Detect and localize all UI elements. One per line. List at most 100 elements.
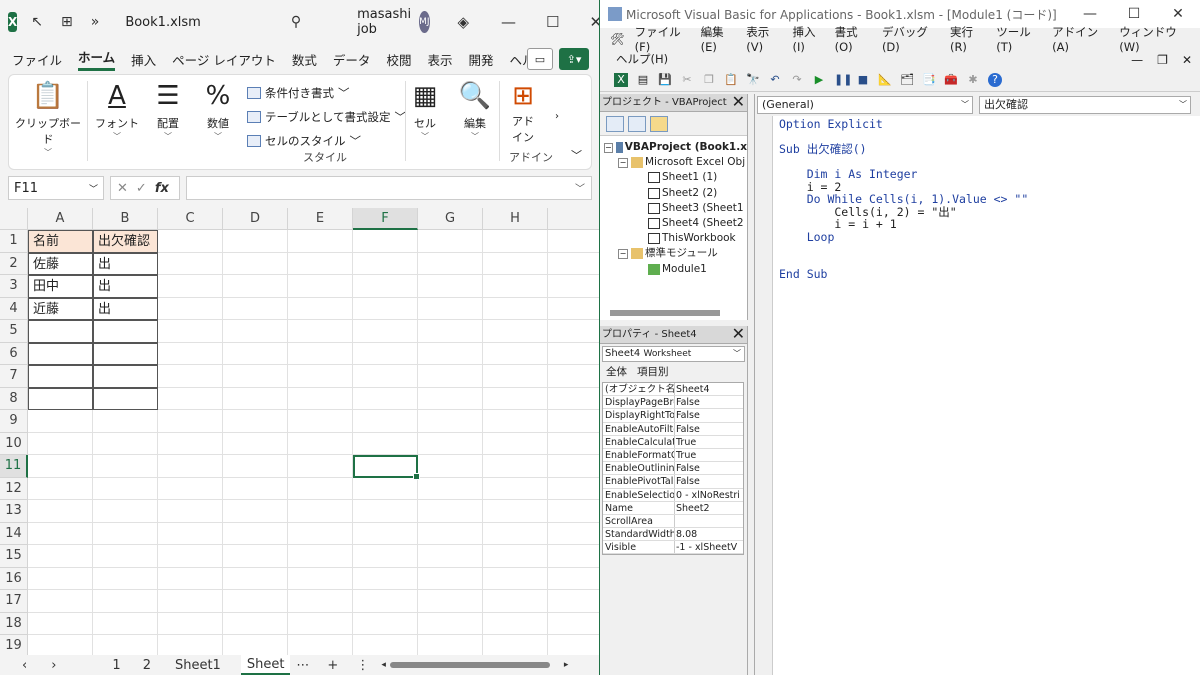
tree-item-thisworkbook[interactable]: ThisWorkbook: [600, 231, 747, 246]
sheet-cell[interactable]: [288, 342, 353, 365]
tree-item-sheet3[interactable]: Sheet3 (Sheet1: [600, 201, 747, 216]
sheet-cell[interactable]: [418, 432, 483, 455]
tab-file[interactable]: ファイル: [12, 50, 62, 69]
sheet-cell[interactable]: [483, 410, 548, 433]
sheet-cell[interactable]: [93, 410, 158, 433]
sheet-cell[interactable]: [418, 365, 483, 388]
column-header[interactable]: G: [418, 208, 483, 230]
toggle-folders-icon[interactable]: [650, 116, 668, 132]
sheet-cell[interactable]: [158, 590, 223, 613]
project-hscrollbar[interactable]: [610, 310, 720, 316]
row-header[interactable]: 10: [0, 432, 28, 455]
property-row[interactable]: DisplayPageBre False: [603, 396, 743, 410]
sheet-cell[interactable]: [28, 612, 93, 635]
child-close-icon[interactable]: ✕: [1182, 53, 1192, 67]
sheet-cell[interactable]: [483, 432, 548, 455]
table-cell[interactable]: [28, 387, 93, 410]
table-header-cell[interactable]: 名前: [28, 230, 93, 253]
code-line[interactable]: Option Explicit: [779, 118, 1028, 131]
number-button[interactable]: % 数値 ﹀: [193, 79, 243, 142]
table-cell[interactable]: [28, 365, 93, 388]
sheet-cell[interactable]: [288, 365, 353, 388]
sheet-cell[interactable]: [223, 522, 288, 545]
addin-button[interactable]: ⊞ アド イン: [503, 79, 543, 145]
close-project-icon[interactable]: ✕: [732, 93, 745, 111]
run-icon[interactable]: ▶: [812, 73, 826, 87]
sheet-cell[interactable]: [353, 320, 418, 343]
tree-item-sheet4[interactable]: Sheet4 (Sheet2: [600, 216, 747, 231]
sheet-cell[interactable]: [483, 275, 548, 298]
sheet-cell[interactable]: [223, 432, 288, 455]
sheet-cell[interactable]: [28, 567, 93, 590]
collapse-ribbon-icon[interactable]: ﹀: [571, 147, 582, 163]
sheet-cell[interactable]: [158, 252, 223, 275]
sheet-cell[interactable]: [548, 275, 599, 298]
sheet-cell[interactable]: [93, 545, 158, 568]
tree-item-vbaproject[interactable]: − VBAProject (Book1.x: [600, 140, 747, 155]
paste-icon[interactable]: 📋: [724, 73, 738, 87]
tree-item-sheet1[interactable]: Sheet1 (1): [600, 170, 747, 185]
row-header[interactable]: 9: [0, 410, 28, 433]
property-value[interactable]: False: [675, 475, 743, 487]
sheet-cell[interactable]: [28, 522, 93, 545]
help-icon[interactable]: ?: [988, 72, 1002, 87]
clipboard-button[interactable]: 📋 クリップボード ﹀: [13, 79, 83, 158]
sheet-cell[interactable]: [418, 252, 483, 275]
avatar[interactable]: MJ: [419, 11, 430, 33]
table-cell[interactable]: 佐藤: [28, 252, 93, 275]
sheet-cell[interactable]: [353, 545, 418, 568]
object-browser-icon[interactable]: 🧰: [944, 73, 958, 87]
align-button[interactable]: ☰ 配置 ﹀: [143, 79, 193, 142]
property-row[interactable]: (オブジェクト名) Sheet4: [603, 383, 743, 397]
close-properties-icon[interactable]: ✕: [732, 325, 745, 343]
sheet-cell[interactable]: [223, 320, 288, 343]
tab-formulas[interactable]: 数式: [292, 50, 317, 69]
property-row[interactable]: DisplayRightTo False: [603, 409, 743, 423]
collapse-icon[interactable]: −: [618, 248, 628, 259]
sheet-cell[interactable]: [93, 522, 158, 545]
sheet-cell[interactable]: [288, 477, 353, 500]
sheet-cell[interactable]: [418, 275, 483, 298]
insert-module-icon[interactable]: ▤: [636, 73, 650, 87]
sheet-cell[interactable]: [93, 590, 158, 613]
sheet-cell[interactable]: [93, 432, 158, 455]
property-row[interactable]: EnableFormatC True: [603, 448, 743, 463]
sheet-cell[interactable]: [223, 500, 288, 523]
column-header[interactable]: E: [288, 208, 353, 230]
excel-view-icon[interactable]: 🛠: [610, 32, 625, 46]
sheet-cell[interactable]: [288, 230, 353, 253]
sheet-grid[interactable]: A B C D E F G H 1 名前 出欠確認 2 佐藤出 3 田中出 4 近藤出 5 6 7 8 9 10 11 12 13…: [0, 208, 599, 658]
sheet-cell[interactable]: [223, 455, 288, 478]
sheet-cell[interactable]: [223, 590, 288, 613]
pause-icon[interactable]: ❚❚: [834, 73, 852, 87]
tab-categorized[interactable]: 項目別: [637, 364, 669, 380]
code-line[interactable]: Dim i As Integer: [779, 168, 1028, 181]
sheet-cell[interactable]: [28, 432, 93, 455]
property-row[interactable]: ScrollArea: [603, 514, 743, 529]
sheet-cell[interactable]: [158, 342, 223, 365]
row-header[interactable]: 4: [0, 297, 28, 320]
property-value[interactable]: -1 - xlSheetV: [675, 541, 743, 553]
minimize-icon[interactable]: —: [501, 13, 516, 31]
horizontal-scrollbar[interactable]: [389, 662, 550, 668]
sheet-cell[interactable]: [548, 455, 599, 478]
table-cell[interactable]: 出: [93, 252, 158, 275]
tab-page-layout[interactable]: ページ レイアウト: [172, 50, 276, 69]
font-button[interactable]: A フォント ﹀: [91, 79, 143, 142]
property-row[interactable]: EnableOutlining False: [603, 462, 743, 476]
sheet-cell[interactable]: [418, 477, 483, 500]
tree-item-excel-objects[interactable]: − Microsoft Excel Obj: [600, 155, 747, 170]
property-value[interactable]: True: [675, 449, 743, 461]
sheet-tab-active[interactable]: Sheet: [240, 655, 291, 675]
sheet-cell[interactable]: [548, 433, 599, 455]
sheet-cell[interactable]: [418, 230, 483, 253]
column-header[interactable]: F: [353, 208, 418, 230]
tab-review[interactable]: 校閲: [386, 50, 411, 69]
sheet-cell[interactable]: [418, 387, 483, 410]
chevron-right-icon[interactable]: ›: [555, 111, 559, 122]
sheet-tab-sheet1[interactable]: Sheet1: [175, 658, 221, 673]
property-value[interactable]: 8.08: [675, 528, 743, 540]
sheet-cell[interactable]: [158, 410, 223, 433]
row-header[interactable]: 7: [0, 365, 28, 388]
sheet-cell[interactable]: [158, 455, 223, 478]
